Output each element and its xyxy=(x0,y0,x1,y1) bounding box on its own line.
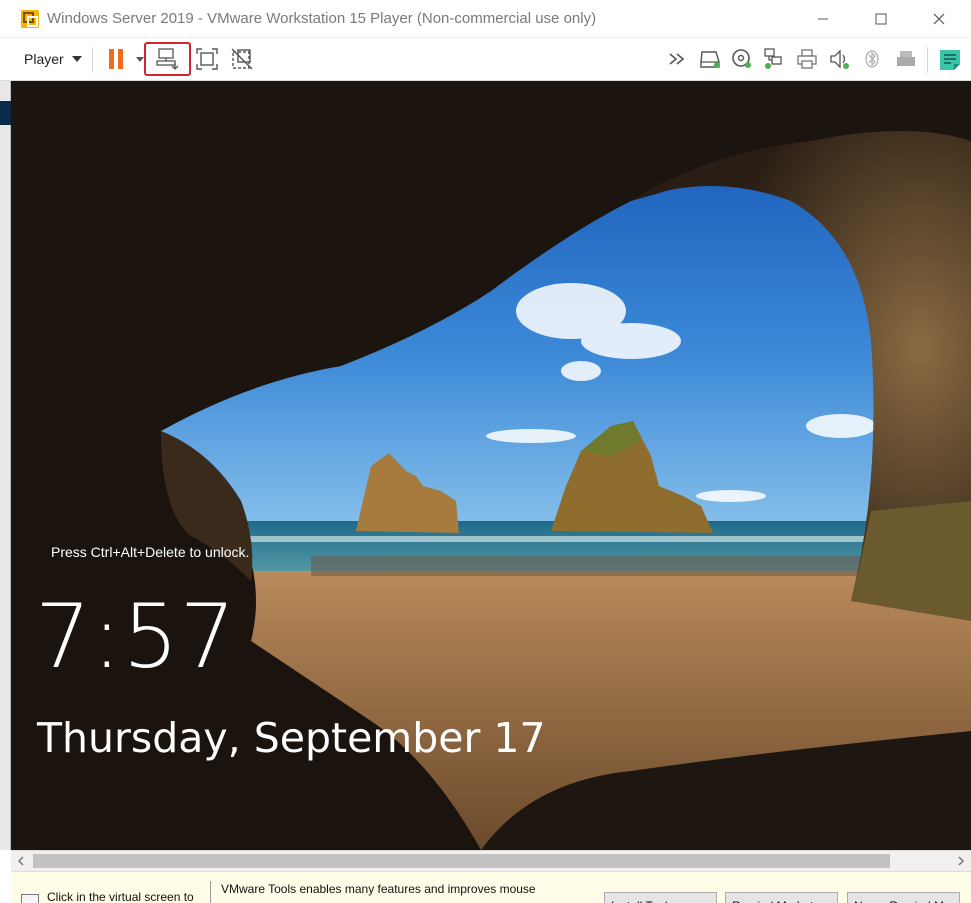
remind-me-later-button[interactable]: Remind Me Later xyxy=(725,892,838,903)
minimize-icon xyxy=(818,18,828,20)
hard-disk-icon xyxy=(700,51,720,68)
cd-dvd-icon xyxy=(732,49,751,68)
unlock-hint: Press Ctrl+Alt+Delete to unlock. xyxy=(51,544,250,560)
more-devices-button[interactable] xyxy=(663,43,695,75)
bluetooth-icon xyxy=(865,50,879,68)
vmware-tools-notification-bar: Click in the virtual screen to VMware To… xyxy=(11,871,971,903)
scrollbar-thumb[interactable] xyxy=(33,854,890,868)
unity-icon xyxy=(231,48,253,70)
window-title: Windows Server 2019 - VMware Workstation… xyxy=(47,10,597,27)
scroll-right-button[interactable] xyxy=(951,851,971,871)
vmware-player-icon xyxy=(21,10,39,28)
send-ctrl-alt-del-button[interactable] xyxy=(144,42,191,76)
sound-card-icon xyxy=(830,49,849,69)
horizontal-scrollbar[interactable] xyxy=(11,850,971,871)
scroll-left-button[interactable] xyxy=(11,851,31,871)
lock-screen-date: Thursday, September 17 xyxy=(37,714,546,762)
pause-button[interactable] xyxy=(100,43,132,75)
player-menu-button[interactable]: Player xyxy=(16,44,90,74)
bluetooth-button[interactable] xyxy=(856,43,888,75)
printer-icon xyxy=(797,49,817,69)
chevron-right-icon xyxy=(958,856,965,866)
chevron-left-icon xyxy=(17,856,24,866)
message-log-icon[interactable] xyxy=(937,47,963,73)
network-adapter-icon xyxy=(764,48,782,69)
keyboard-icon xyxy=(21,894,39,903)
fullscreen-button[interactable] xyxy=(191,43,223,75)
click-hint: Click in the virtual screen to xyxy=(47,890,194,903)
install-tools-button[interactable]: Install Tools xyxy=(604,892,717,903)
chevron-down-icon xyxy=(71,56,82,62)
virtual-machine-screen[interactable]: Press Ctrl+Alt+Delete to unlock. 7:57 Th… xyxy=(11,81,971,850)
unity-button[interactable] xyxy=(226,43,258,75)
fullscreen-icon xyxy=(196,48,218,70)
player-menu-label: Player xyxy=(24,51,64,67)
toolbar-divider xyxy=(92,47,93,73)
network-adapter-button[interactable] xyxy=(758,43,790,75)
lock-screen-time: 7:57 xyxy=(35,585,237,688)
maximize-button[interactable] xyxy=(852,0,910,38)
toolbar: Player xyxy=(0,38,971,81)
usb-printer-icon xyxy=(897,51,915,66)
maximize-icon xyxy=(875,13,887,25)
usb-printer-button[interactable] xyxy=(890,43,922,75)
sound-card-button[interactable] xyxy=(824,43,856,75)
send-ctrl-alt-del-icon xyxy=(155,48,178,70)
close-button[interactable] xyxy=(910,0,968,38)
background-window-edge xyxy=(0,81,11,850)
minimize-button[interactable] xyxy=(794,0,852,38)
notification-divider xyxy=(210,881,211,903)
hard-disk-button[interactable] xyxy=(694,43,726,75)
printer-button[interactable] xyxy=(791,43,823,75)
more-icon xyxy=(669,53,685,65)
tools-message: VMware Tools enables many features and i… xyxy=(221,882,536,896)
close-icon xyxy=(933,13,945,25)
title-bar: Windows Server 2019 - VMware Workstation… xyxy=(0,0,971,38)
never-remind-me-button[interactable]: Never Remind Me xyxy=(847,892,960,903)
cd-dvd-button[interactable] xyxy=(726,43,758,75)
chevron-down-icon xyxy=(136,56,144,62)
pause-icon xyxy=(109,49,123,69)
toolbar-divider xyxy=(927,47,928,73)
